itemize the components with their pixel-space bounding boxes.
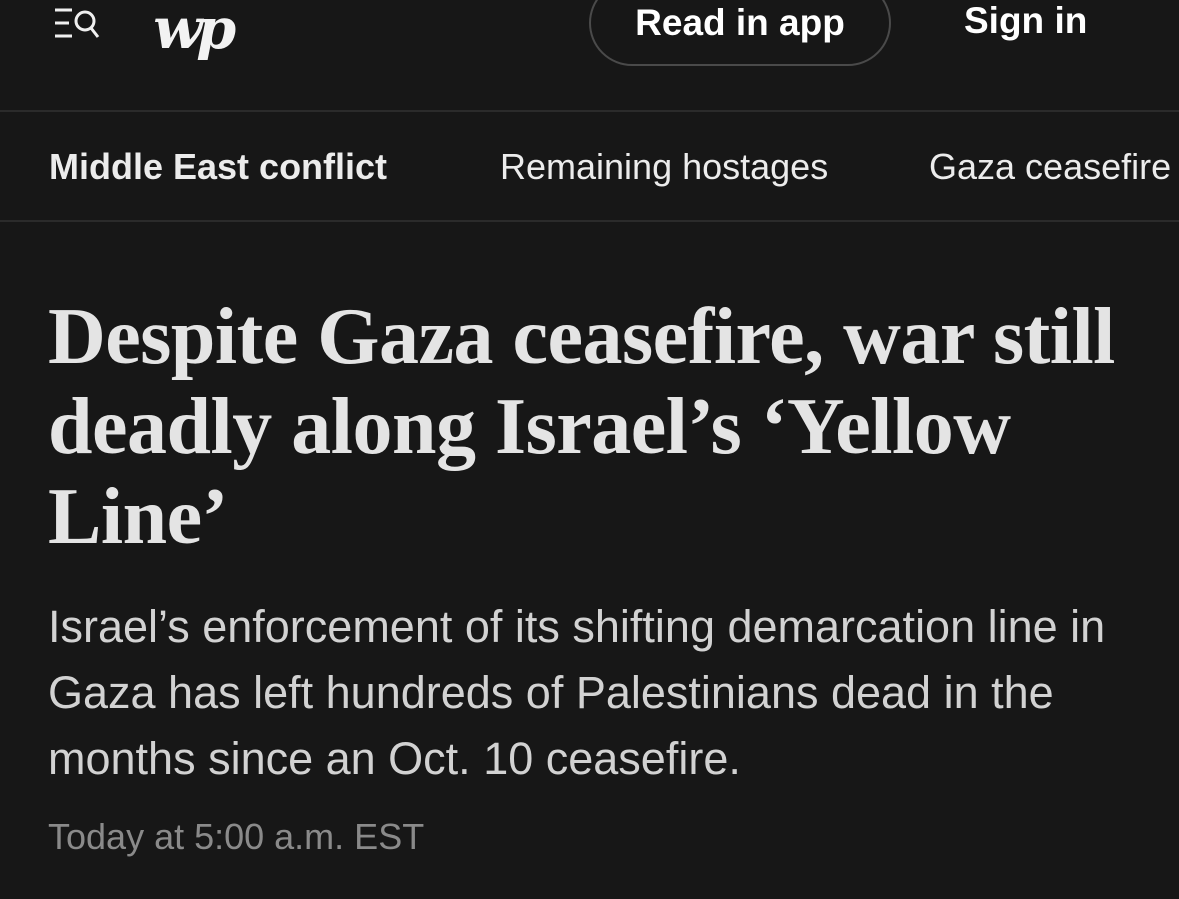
article-dek: Israel’s enforcement of its shifting dem… xyxy=(48,601,1106,784)
menu-search-icon[interactable] xyxy=(52,4,102,44)
article-headline[interactable]: Despite Gaza ceasefire, war still deadly… xyxy=(48,292,1138,562)
sign-in-link[interactable]: Sign in xyxy=(964,0,1087,42)
topic-nav: Middle East conflict Remaining hostages … xyxy=(0,112,1179,222)
nav-item-gaza-ceasefire[interactable]: Gaza ceasefire xyxy=(929,146,1171,188)
top-header: wp Read in app Sign in xyxy=(0,0,1179,112)
washington-post-logo[interactable]: wp xyxy=(153,0,236,64)
nav-item-remaining-hostages[interactable]: Remaining hostages xyxy=(500,146,828,188)
nav-item-middle-east-conflict[interactable]: Middle East conflict xyxy=(49,146,387,188)
article-timestamp: Today at 5:00 a.m. EST xyxy=(48,816,425,857)
read-in-app-button[interactable]: Read in app xyxy=(589,0,891,66)
